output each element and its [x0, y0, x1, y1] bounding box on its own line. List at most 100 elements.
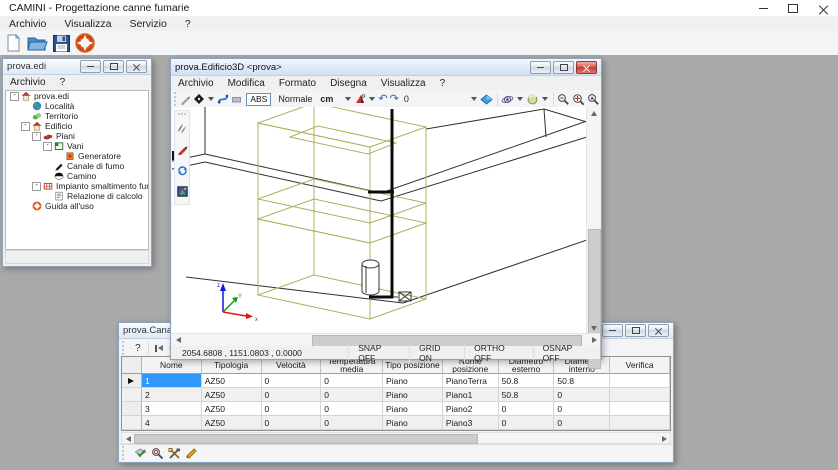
abs-toggle-button[interactable]: ABS: [246, 93, 271, 106]
tree-expander-icon[interactable]: -: [32, 132, 41, 141]
table-row[interactable]: 2AZ5000PianoPiano150.80: [122, 388, 670, 402]
table-cell[interactable]: 2: [142, 388, 202, 402]
layer-color-button[interactable]: [193, 93, 205, 106]
table-cell[interactable]: 0: [554, 388, 610, 402]
scrollbar-thumb[interactable]: [134, 434, 478, 444]
help-button[interactable]: ?: [131, 343, 145, 354]
table-cell[interactable]: AZ50: [202, 402, 262, 416]
render-mode-button[interactable]: [526, 93, 539, 106]
flat-button[interactable]: [231, 93, 242, 106]
table-cell[interactable]: 50.8: [554, 374, 610, 388]
select-tool-button[interactable]: [177, 121, 188, 139]
row-selector[interactable]: [122, 402, 142, 416]
tree-item[interactable]: -Piani: [6, 131, 148, 141]
table-cell[interactable]: 0: [499, 416, 555, 430]
minimize-button[interactable]: [602, 324, 623, 337]
table-cell[interactable]: 0: [321, 402, 383, 416]
table-cell[interactable]: 50.8: [499, 388, 555, 402]
tree-item[interactable]: Località: [6, 101, 148, 111]
column-header[interactable]: Verifica: [610, 357, 670, 374]
table-cell[interactable]: 0: [262, 388, 322, 402]
tree-item[interactable]: Guida all'uso: [6, 201, 148, 211]
menu-disegna[interactable]: Disegna: [323, 78, 374, 89]
tree-item[interactable]: -Edificio: [6, 121, 148, 131]
table-cell[interactable]: AZ50: [202, 388, 262, 402]
unit-select[interactable]: cm: [316, 94, 337, 104]
dropdown-caret-icon[interactable]: [471, 97, 477, 101]
tree-expander-icon[interactable]: -: [10, 92, 19, 101]
ortho-toggle[interactable]: ORTHO OFF: [464, 343, 532, 363]
menu-archivio[interactable]: Archivio: [171, 78, 221, 89]
table-row[interactable]: 3AZ5000PianoPiano200: [122, 402, 670, 416]
menu-visualizza[interactable]: Visualizza: [55, 18, 120, 30]
dropdown-caret-icon[interactable]: [369, 97, 375, 101]
tree-item[interactable]: -Vani: [6, 141, 148, 151]
zoom-button[interactable]: [150, 446, 165, 461]
draw-tool-button[interactable]: [177, 142, 188, 160]
tree-item[interactable]: -prova.edi: [6, 91, 148, 101]
row-selector[interactable]: [122, 388, 142, 402]
table-cell[interactable]: AZ50: [202, 374, 262, 388]
grid-toggle[interactable]: GRID ON: [409, 343, 464, 363]
menu-visualizza[interactable]: Visualizza: [374, 78, 433, 89]
table-cell[interactable]: 4: [142, 416, 202, 430]
close-button[interactable]: [126, 60, 147, 73]
spline-button[interactable]: [217, 93, 229, 106]
scroll-up-button[interactable]: [587, 107, 600, 119]
table-cell[interactable]: [610, 402, 670, 416]
table-cell[interactable]: [610, 374, 670, 388]
close-button[interactable]: [576, 61, 597, 74]
tree-expander-icon[interactable]: -: [43, 142, 52, 151]
table-cell[interactable]: 50.8: [499, 374, 555, 388]
menu-archivio[interactable]: Archivio: [3, 77, 53, 88]
table-cell[interactable]: 0: [499, 402, 555, 416]
minimize-button[interactable]: [80, 60, 101, 73]
minimize-button[interactable]: [530, 61, 551, 74]
table-cell[interactable]: 0: [554, 416, 610, 430]
table-cell[interactable]: Piano: [383, 416, 443, 430]
tree-expander-icon[interactable]: -: [32, 182, 41, 191]
menu-help[interactable]: ?: [53, 77, 73, 88]
table-cell[interactable]: 0: [262, 402, 322, 416]
table-cell[interactable]: Piano: [383, 402, 443, 416]
tree-item[interactable]: Generatore: [6, 151, 148, 161]
undo-button[interactable]: ↶: [378, 93, 387, 106]
verify-button[interactable]: [133, 446, 148, 461]
edit-button[interactable]: [184, 446, 199, 461]
table-cell[interactable]: 0: [321, 416, 383, 430]
tree-item[interactable]: Canale di fumo: [6, 161, 148, 171]
table-cell[interactable]: [610, 416, 670, 430]
table-cell[interactable]: 0: [262, 374, 322, 388]
new-document-button[interactable]: [2, 32, 24, 54]
vertical-scrollbar[interactable]: [586, 107, 600, 334]
view-3d-button[interactable]: [480, 93, 493, 106]
redo-button[interactable]: ↷: [390, 93, 399, 106]
table-cell[interactable]: Piano: [383, 374, 443, 388]
table-cell[interactable]: PianoTerra: [443, 374, 499, 388]
maximize-button[interactable]: [103, 60, 124, 73]
scroll-left-button[interactable]: [172, 334, 184, 346]
drawing-canvas[interactable]: z Y x: [172, 107, 587, 334]
menu-help[interactable]: ?: [176, 18, 200, 30]
table-cell[interactable]: 0: [554, 402, 610, 416]
tools-button[interactable]: [167, 446, 182, 461]
maximize-button[interactable]: [553, 61, 574, 74]
tree-item[interactable]: Territorio: [6, 111, 148, 121]
tree-item[interactable]: -Impianto smaltimento fumi: [6, 181, 148, 191]
table-row[interactable]: 1AZ5000PianoPianoTerra50.850.8: [122, 374, 670, 388]
help-button[interactable]: [74, 32, 96, 54]
menu-help[interactable]: ?: [433, 78, 453, 89]
table-cell[interactable]: AZ50: [202, 416, 262, 430]
table-cell[interactable]: Piano: [383, 388, 443, 402]
zoom-out-button[interactable]: [557, 93, 570, 106]
minimize-button[interactable]: [748, 0, 778, 16]
save-button[interactable]: [50, 32, 72, 54]
dropdown-caret-icon[interactable]: [208, 97, 214, 101]
refresh-view-button[interactable]: [177, 163, 188, 181]
maximize-button[interactable]: [778, 0, 808, 16]
row-selector[interactable]: [122, 416, 142, 430]
close-button[interactable]: [648, 324, 669, 337]
tree-expander-icon[interactable]: -: [21, 122, 30, 131]
first-record-button[interactable]: [155, 345, 163, 352]
table-cell[interactable]: Piano3: [443, 416, 499, 430]
